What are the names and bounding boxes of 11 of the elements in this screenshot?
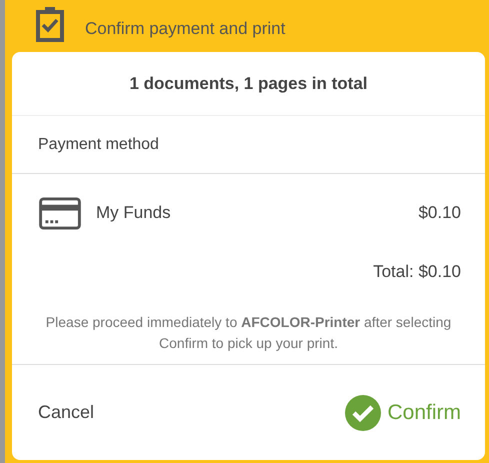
payment-amount: $0.10 — [418, 203, 461, 223]
summary-text: 1 documents, 1 pages in total — [128, 72, 369, 95]
pickup-note: Please proceed immediately to AFCOLOR-Printer after selecting Confirm to pick up your print. — [12, 292, 485, 365]
cancel-button[interactable]: Cancel — [38, 402, 94, 423]
check-circle-icon — [345, 394, 382, 430]
section-label: Payment method — [12, 115, 485, 174]
credit-card-icon — [38, 196, 82, 230]
total-amount: Total: $0.10 — [373, 262, 461, 282]
payment-method-name: My Funds — [96, 203, 171, 223]
clipboard-check-icon — [35, 6, 65, 42]
dialog-title: Confirm payment and print — [85, 18, 286, 38]
